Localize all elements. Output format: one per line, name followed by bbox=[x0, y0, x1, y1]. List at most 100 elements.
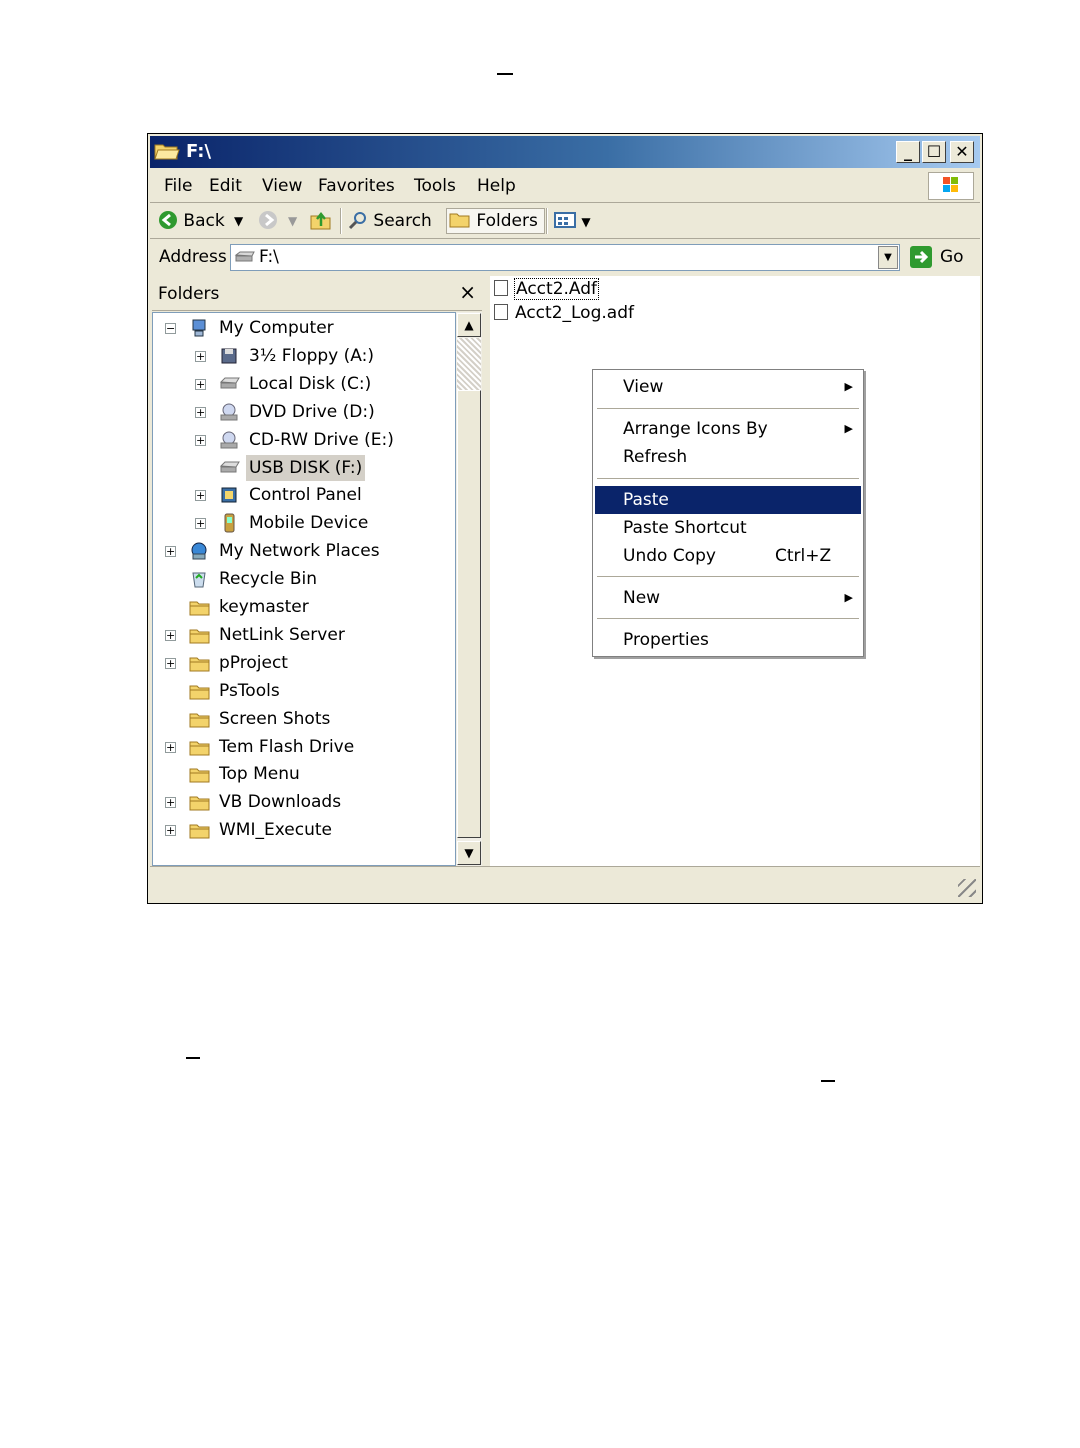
go-arrow-icon[interactable] bbox=[910, 246, 932, 268]
menu-separator bbox=[597, 618, 859, 619]
cd-drive-icon bbox=[220, 431, 238, 449]
page-dash-mark bbox=[186, 1057, 200, 1059]
tree-node-label: Local Disk (C:) bbox=[249, 373, 372, 394]
tree-node[interactable]: + WMI_Execute bbox=[153, 817, 453, 843]
menu-help[interactable]: Help bbox=[477, 176, 516, 196]
collapse-icon[interactable]: − bbox=[165, 323, 176, 334]
tree-scrollbar[interactable]: ▲ ▼ bbox=[456, 312, 482, 866]
menu-edit[interactable]: Edit bbox=[209, 176, 242, 196]
folder-icon bbox=[189, 824, 210, 839]
tree-node[interactable]: + My Network Places bbox=[153, 538, 453, 564]
menu-item-paste-shortcut[interactable]: Paste Shortcut bbox=[595, 514, 861, 542]
tree-node-label: DVD Drive (D:) bbox=[249, 401, 375, 422]
menu-view[interactable]: View bbox=[262, 176, 302, 196]
tree-node-label: Mobile Device bbox=[249, 513, 369, 534]
tree-node-label: My Network Places bbox=[219, 541, 380, 562]
forward-button[interactable] bbox=[258, 209, 278, 233]
address-dropdown-button[interactable]: ▼ bbox=[878, 246, 898, 269]
menu-tools[interactable]: Tools bbox=[414, 176, 456, 196]
folders-pane: Folders × − My Computer +3½ Floppy (A:) + Lo… bbox=[152, 276, 482, 867]
tree-node[interactable]: + Mobile Device bbox=[153, 510, 453, 536]
search-button[interactable]: Search bbox=[348, 209, 432, 233]
menu-item-paste[interactable]: Paste bbox=[595, 486, 861, 514]
expand-icon[interactable]: + bbox=[195, 406, 206, 418]
file-name: Acct2_Log.adf bbox=[515, 303, 634, 323]
shortcut-label: Ctrl+Z bbox=[775, 546, 832, 566]
menu-item-undo-copy[interactable]: Undo Copy Ctrl+Z bbox=[595, 542, 861, 570]
scroll-up-button[interactable]: ▲ bbox=[457, 313, 481, 337]
expand-icon[interactable]: + bbox=[195, 490, 206, 502]
expand-icon[interactable]: + bbox=[195, 518, 206, 530]
tree-node[interactable]: +3½ Floppy (A:) bbox=[153, 343, 453, 369]
search-icon bbox=[348, 212, 366, 230]
expand-icon[interactable]: + bbox=[195, 350, 206, 362]
menu-item-properties[interactable]: Properties bbox=[595, 626, 861, 654]
forward-dropdown-icon[interactable]: ▼ bbox=[288, 209, 297, 233]
tree-node[interactable]: PsTools bbox=[153, 678, 453, 704]
menu-item-arrange-icons-by[interactable]: Arrange Icons By ▶ bbox=[595, 415, 861, 443]
folders-button[interactable]: Folders bbox=[446, 208, 545, 234]
expand-icon[interactable]: + bbox=[195, 434, 206, 446]
folders-pane-close-icon[interactable]: × bbox=[459, 280, 476, 304]
expand-icon[interactable]: + bbox=[165, 629, 176, 641]
views-icon bbox=[554, 212, 576, 228]
tree-node[interactable]: Screen Shots bbox=[153, 706, 453, 732]
folder-icon bbox=[189, 629, 210, 644]
scroll-track[interactable] bbox=[457, 338, 481, 390]
tree-node[interactable]: keymaster bbox=[153, 594, 453, 620]
file-icon bbox=[494, 304, 508, 320]
back-dropdown-icon[interactable]: ▼ bbox=[234, 209, 243, 233]
up-folder-button[interactable] bbox=[310, 209, 332, 233]
menu-favorites[interactable]: Favorites bbox=[318, 176, 395, 196]
folder-icon bbox=[189, 657, 210, 672]
tree-node[interactable]: + Tem Flash Drive bbox=[153, 734, 453, 760]
tree-node[interactable]: + CD-RW Drive (E:) bbox=[153, 427, 453, 453]
expand-icon[interactable]: + bbox=[195, 378, 206, 390]
page-dash-mark bbox=[497, 73, 513, 75]
resize-grip-icon[interactable] bbox=[958, 879, 976, 897]
tree-node-label: NetLink Server bbox=[219, 624, 345, 645]
go-button[interactable]: Go bbox=[940, 247, 964, 267]
close-button[interactable]: ✕ bbox=[950, 141, 974, 163]
expand-icon[interactable]: + bbox=[165, 825, 176, 837]
tree-node[interactable]: Recycle Bin bbox=[153, 566, 453, 592]
back-button[interactable]: Back bbox=[158, 209, 225, 233]
tree-node[interactable]: + VB Downloads bbox=[153, 789, 453, 815]
maximize-button[interactable]: ☐ bbox=[922, 141, 946, 163]
tree-node[interactable]: + DVD Drive (D:) bbox=[153, 399, 453, 425]
expand-icon[interactable]: + bbox=[165, 741, 176, 753]
forward-arrow-icon bbox=[259, 211, 277, 229]
tree-node-label: USB DISK (F:) bbox=[246, 454, 366, 481]
tree-node[interactable]: USB DISK (F:) bbox=[153, 454, 453, 481]
views-button[interactable]: ▼ bbox=[554, 209, 591, 233]
tree-node[interactable]: + NetLink Server bbox=[153, 622, 453, 648]
menu-file[interactable]: File bbox=[164, 176, 192, 196]
menu-item-view[interactable]: View ▶ bbox=[595, 373, 861, 401]
address-input[interactable]: F:\ ▼ bbox=[230, 244, 900, 271]
toolbar-separator bbox=[546, 208, 548, 234]
context-menu: View ▶ Arrange Icons By ▶ Refresh Paste … bbox=[592, 369, 864, 657]
folders-label: Folders bbox=[476, 211, 538, 231]
toolbar: Back ▼ ▼ Search Folders ▼ bbox=[150, 204, 980, 239]
tree-node-label: Screen Shots bbox=[219, 708, 331, 729]
scroll-down-button[interactable]: ▼ bbox=[457, 841, 481, 865]
folder-open-icon bbox=[154, 144, 180, 160]
menu-separator bbox=[597, 576, 859, 577]
scroll-thumb[interactable] bbox=[457, 390, 481, 838]
drive-icon bbox=[234, 251, 255, 262]
title-bar[interactable]: F:\ _ ☐ ✕ bbox=[150, 136, 980, 168]
expand-icon[interactable]: + bbox=[165, 657, 176, 669]
tree-node[interactable]: − My Computer bbox=[153, 315, 453, 341]
page-dash-mark bbox=[821, 1080, 835, 1082]
expand-icon[interactable]: + bbox=[165, 797, 176, 809]
tree-node-label: keymaster bbox=[219, 597, 309, 617]
expand-icon[interactable]: + bbox=[165, 546, 176, 558]
tree-node-label: Control Panel bbox=[249, 485, 362, 506]
tree-node[interactable]: + Local Disk (C:) bbox=[153, 371, 453, 397]
minimize-button[interactable]: _ bbox=[896, 141, 920, 163]
tree-node[interactable]: + pProject bbox=[153, 650, 453, 676]
tree-node[interactable]: Top Menu bbox=[153, 761, 453, 787]
menu-item-refresh[interactable]: Refresh bbox=[595, 443, 861, 471]
tree-node[interactable]: + Control Panel bbox=[153, 482, 453, 508]
menu-item-new[interactable]: New ▶ bbox=[595, 584, 861, 612]
